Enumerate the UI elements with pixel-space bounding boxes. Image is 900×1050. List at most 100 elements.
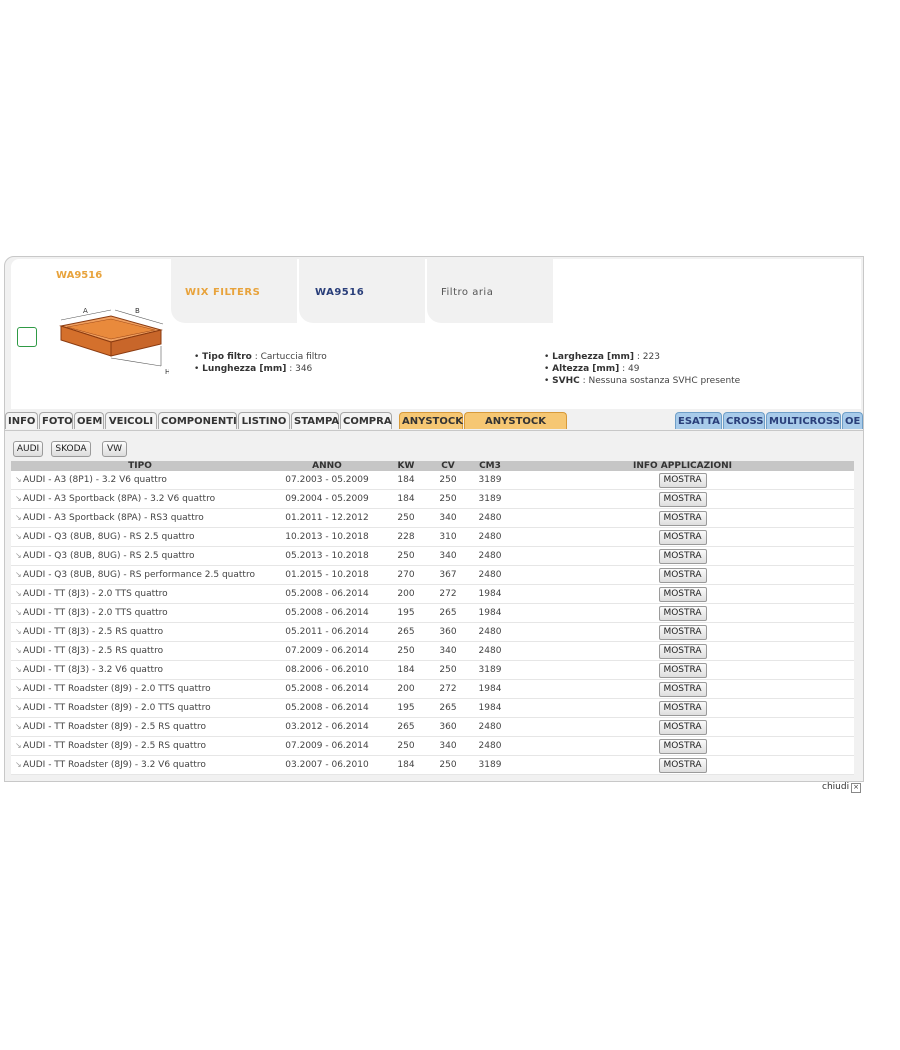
tab-foto[interactable]: FOTO	[39, 412, 73, 429]
column-header-tipo: TIPO	[11, 461, 269, 471]
tab-anystock-cross[interactable]: ANYSTOCK CROSS	[464, 412, 567, 444]
cell-anno: 05.2008 - 06.2014	[269, 603, 385, 623]
vehicle-type: AUDI - TT Roadster (8J9) - 3.2 V6 quattr…	[23, 760, 206, 770]
mostra-button[interactable]: MOSTRA	[658, 548, 707, 564]
table-row: ↘AUDI - TT Roadster (8J9) - 2.5 RS quatt…	[11, 717, 854, 737]
wrench-icon: ↘	[15, 513, 22, 522]
cell-tipo: ↘AUDI - Q3 (8UB, 8UG) - RS performance 2…	[11, 565, 269, 585]
select-checkbox[interactable]	[17, 327, 37, 347]
vehicle-type: AUDI - TT Roadster (8J9) - 2.5 RS quattr…	[23, 722, 206, 732]
tab-cross[interactable]: CROSS	[723, 412, 765, 429]
table-row: ↘AUDI - A3 (8P1) - 3.2 V6 quattro 07.2003…	[11, 471, 854, 490]
tab-esatta[interactable]: ESATTA	[675, 412, 722, 429]
code-tab: WA9516	[299, 259, 425, 323]
cell-info: MOSTRA	[511, 698, 854, 718]
cell-cm3: 3189	[469, 755, 511, 775]
make-filter-skoda[interactable]: SKODA	[51, 441, 91, 457]
tab-anystock[interactable]: ANYSTOCK	[399, 412, 463, 429]
table-row: ↘AUDI - Q3 (8UB, 8UG) - RS 2.5 quattro 05…	[11, 546, 854, 566]
table-row: ↘AUDI - TT (8J3) - 2.5 RS quattro 05.2011…	[11, 622, 854, 642]
cell-cv: 367	[427, 565, 469, 585]
cell-tipo: ↘AUDI - TT Roadster (8J9) - 2.5 RS quatt…	[11, 736, 269, 756]
cell-cv: 272	[427, 679, 469, 699]
description-tab: Filtro aria	[427, 259, 553, 323]
wrench-icon: ↘	[15, 646, 22, 655]
column-header-cv: CV	[427, 461, 469, 471]
tab-stampa[interactable]: STAMPA	[291, 412, 339, 429]
table-row: ↘AUDI - Q3 (8UB, 8UG) - RS 2.5 quattro 10…	[11, 527, 854, 547]
wrench-icon: ↘	[15, 608, 22, 617]
cell-cm3: 1984	[469, 698, 511, 718]
vehicle-type: AUDI - Q3 (8UB, 8UG) - RS performance 2.…	[23, 570, 255, 580]
dimension-label-a: A	[83, 307, 88, 315]
cell-info: MOSTRA	[511, 489, 854, 509]
cell-kw: 184	[385, 489, 427, 509]
table-row: ↘AUDI - TT (8J3) - 3.2 V6 quattro 08.2006…	[11, 660, 854, 680]
table-row: ↘AUDI - A3 Sportback (8PA) - 3.2 V6 quat…	[11, 489, 854, 509]
close-link[interactable]: chiudi ×	[822, 782, 862, 793]
cell-tipo: ↘AUDI - Q3 (8UB, 8UG) - RS 2.5 quattro	[11, 527, 269, 547]
cell-kw: 265	[385, 717, 427, 737]
mostra-button[interactable]: MOSTRA	[658, 605, 707, 621]
cell-tipo: ↘AUDI - TT Roadster (8J9) - 2.0 TTS quat…	[11, 698, 269, 718]
cell-anno: 09.2004 - 05.2009	[269, 489, 385, 509]
mostra-button[interactable]: MOSTRA	[658, 719, 707, 735]
tab-oem[interactable]: OEM	[74, 412, 104, 429]
cell-tipo: ↘AUDI - TT (8J3) - 2.0 TTS quattro	[11, 603, 269, 623]
cell-info: MOSTRA	[511, 546, 854, 566]
cell-anno: 05.2013 - 10.2018	[269, 546, 385, 566]
tab-multicross[interactable]: MULTICROSS	[766, 412, 841, 429]
mostra-button[interactable]: MOSTRA	[658, 738, 707, 754]
dimension-label-b: B	[135, 307, 140, 315]
make-filter-vw[interactable]: VW	[102, 441, 127, 457]
table-row: ↘AUDI - TT Roadster (8J9) - 3.2 V6 quatt…	[11, 755, 854, 775]
mostra-button[interactable]: MOSTRA	[658, 586, 707, 602]
cell-anno: 05.2011 - 06.2014	[269, 622, 385, 642]
close-label: chiudi	[822, 782, 850, 792]
wrench-icon: ↘	[15, 760, 22, 769]
cell-info: MOSTRA	[511, 755, 854, 775]
tab-bar: INFO FOTO OEM VEICOLI COMPONENTI LISTINO…	[5, 412, 863, 444]
cell-kw: 250	[385, 508, 427, 528]
cell-anno: 01.2015 - 10.2018	[269, 565, 385, 585]
cell-cm3: 2480	[469, 546, 511, 566]
cell-anno: 07.2003 - 05.2009	[269, 471, 385, 490]
tab-oe[interactable]: OE	[842, 412, 863, 429]
wrench-icon: ↘	[15, 684, 22, 693]
cell-anno: 05.2008 - 06.2014	[269, 584, 385, 604]
cell-cm3: 3189	[469, 489, 511, 509]
cell-cv: 340	[427, 736, 469, 756]
vehicle-type: AUDI - TT Roadster (8J9) - 2.0 TTS quatt…	[23, 703, 211, 713]
spec-item: SVHC : Nessuna sostanza SVHC presente	[544, 375, 740, 387]
tab-info[interactable]: INFO	[5, 412, 38, 429]
mostra-button[interactable]: MOSTRA	[658, 624, 707, 640]
mostra-button[interactable]: MOSTRA	[658, 472, 707, 488]
table-row: ↘AUDI - TT Roadster (8J9) - 2.0 TTS quat…	[11, 698, 854, 718]
cell-tipo: ↘AUDI - A3 Sportback (8PA) - 3.2 V6 quat…	[11, 489, 269, 509]
mostra-button[interactable]: MOSTRA	[658, 700, 707, 716]
mostra-button[interactable]: MOSTRA	[658, 757, 707, 773]
mostra-button[interactable]: MOSTRA	[658, 643, 707, 659]
mostra-button[interactable]: MOSTRA	[658, 662, 707, 678]
cell-cv: 360	[427, 622, 469, 642]
cell-cv: 340	[427, 641, 469, 661]
mostra-button[interactable]: MOSTRA	[658, 681, 707, 697]
table-row: ↘AUDI - TT (8J3) - 2.0 TTS quattro 05.200…	[11, 584, 854, 604]
table-row: ↘AUDI - TT Roadster (8J9) - 2.0 TTS quat…	[11, 679, 854, 699]
tab-componenti[interactable]: COMPONENTI	[158, 412, 237, 429]
make-filter-audi[interactable]: AUDI	[13, 441, 43, 457]
cell-tipo: ↘AUDI - TT (8J3) - 3.2 V6 quattro	[11, 660, 269, 680]
wrench-icon: ↘	[15, 627, 22, 636]
tab-compra[interactable]: COMPRA	[340, 412, 392, 429]
tab-listino[interactable]: LISTINO	[238, 412, 290, 429]
mostra-button[interactable]: MOSTRA	[658, 491, 707, 507]
cell-cm3: 1984	[469, 584, 511, 604]
cell-cv: 340	[427, 546, 469, 566]
mostra-button[interactable]: MOSTRA	[658, 510, 707, 526]
mostra-button[interactable]: MOSTRA	[658, 567, 707, 583]
cell-anno: 01.2011 - 12.2012	[269, 508, 385, 528]
tab-veicoli[interactable]: VEICOLI	[105, 412, 157, 429]
wrench-icon: ↘	[15, 703, 22, 712]
cell-cv: 340	[427, 508, 469, 528]
mostra-button[interactable]: MOSTRA	[658, 529, 707, 545]
